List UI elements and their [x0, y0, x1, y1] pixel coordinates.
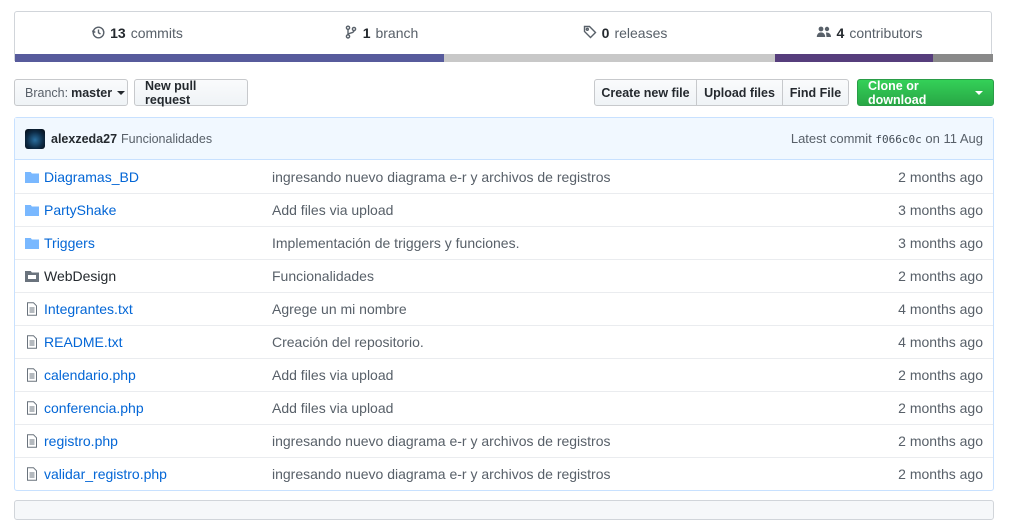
table-row: conferencia.php Add files via upload 2 mon…	[15, 391, 993, 424]
commits-label: commits	[130, 25, 183, 41]
branches-count: 1	[362, 25, 371, 41]
caret-down-icon	[117, 90, 126, 95]
file-age: 2 months ago	[898, 367, 983, 383]
file-icon	[25, 368, 44, 382]
tag-icon	[583, 25, 597, 42]
file-name-link[interactable]: conferencia.php	[44, 400, 272, 416]
file-name-link[interactable]: PartyShake	[44, 202, 272, 218]
branch-value: master	[71, 85, 113, 100]
contributors-label: contributors	[849, 25, 923, 41]
contributors-count: 4	[836, 25, 845, 41]
folder-icon	[25, 236, 44, 250]
language-segment	[444, 54, 775, 62]
file-name-link[interactable]: Triggers	[44, 235, 272, 251]
file-name-link[interactable]: calendario.php	[44, 367, 272, 383]
file-table: alexzeda27 Funcionalidades Latest commit…	[14, 117, 994, 491]
readme-box	[14, 500, 994, 520]
file-navigation-group: Create new file Upload files Find File	[594, 79, 849, 106]
commits-count: 13	[110, 25, 126, 41]
language-segment	[15, 54, 444, 62]
new-pull-request-button[interactable]: New pull request	[134, 79, 248, 107]
table-row: PartyShake Add files via upload 3 months a…	[15, 193, 993, 226]
releases-link[interactable]: 0 releases	[503, 25, 747, 42]
file-icon	[25, 467, 44, 481]
caret-down-icon	[975, 90, 983, 95]
latest-commit-prefix: Latest commit	[790, 131, 872, 146]
file-age: 4 months ago	[898, 334, 983, 350]
branch-icon	[344, 24, 358, 42]
people-icon	[816, 25, 832, 42]
file-commit-message[interactable]: Agrege un mi nombre	[272, 301, 898, 317]
latest-commit-on: on	[925, 131, 940, 146]
file-commit-message[interactable]: Implementación de triggers y funciones.	[272, 235, 898, 251]
branch-label: Branch:	[25, 85, 69, 100]
table-row: validar_registro.php ingresando nuevo dia…	[15, 457, 993, 490]
file-list: Diagramas_BD ingresando nuevo diagrama e-…	[15, 160, 993, 490]
file-commit-message[interactable]: Add files via upload	[272, 202, 898, 218]
file-commit-message[interactable]: Add files via upload	[272, 400, 898, 416]
latest-commit-date: 11 Aug	[943, 131, 983, 146]
repo-summary-bar: 13 commits 1 branch 0 releases 4 contrib…	[14, 11, 993, 62]
file-commit-message[interactable]: ingresando nuevo diagrama e-r y archivos…	[272, 169, 898, 185]
avatar[interactable]	[25, 128, 45, 149]
file-name-link[interactable]: registro.php	[44, 433, 272, 449]
file-age: 4 months ago	[898, 301, 983, 317]
table-row: calendario.php Add files via upload 2 mont…	[15, 358, 993, 391]
history-icon	[91, 25, 105, 42]
file-commit-message[interactable]: Funcionalidades	[272, 268, 898, 284]
file-icon	[25, 335, 44, 349]
file-name-link[interactable]: Diagramas_BD	[44, 169, 272, 185]
branch-select-button[interactable]: Branch: master	[14, 79, 128, 106]
file-age: 2 months ago	[898, 400, 983, 416]
releases-count: 0	[601, 25, 610, 41]
file-commit-message[interactable]: ingresando nuevo diagrama e-r y archivos…	[272, 466, 898, 482]
file-name-link[interactable]: README.txt	[44, 334, 272, 350]
file-name-link[interactable]: validar_registro.php	[44, 466, 272, 482]
language-segment	[933, 54, 993, 62]
file-icon	[25, 302, 44, 316]
create-new-file-button[interactable]: Create new file	[594, 79, 697, 106]
file-name-link[interactable]: Integrantes.txt	[44, 301, 272, 317]
branches-link[interactable]: 1 branch	[259, 24, 503, 42]
file-age: 2 months ago	[898, 268, 983, 284]
upload-files-button[interactable]: Upload files	[697, 79, 783, 106]
file-icon	[25, 434, 44, 448]
file-age: 2 months ago	[898, 433, 983, 449]
clone-or-download-button[interactable]: Clone or download	[857, 78, 994, 107]
table-row: Triggers Implementación de triggers y fun…	[15, 226, 993, 259]
commits-link[interactable]: 13 commits	[15, 25, 259, 42]
file-age: 3 months ago	[898, 235, 983, 251]
file-commit-message[interactable]: Add files via upload	[272, 367, 898, 383]
table-row: WebDesign Funcionalidades 2 months ago	[15, 259, 993, 292]
commit-sha-link[interactable]: f066c0c	[875, 133, 921, 146]
folder-icon	[25, 203, 44, 217]
file-commit-message[interactable]: ingresando nuevo diagrama e-r y archivos…	[272, 433, 898, 449]
find-file-button[interactable]: Find File	[783, 79, 849, 106]
file-name-link[interactable]: WebDesign	[44, 268, 272, 284]
file-age: 2 months ago	[898, 466, 983, 482]
folder-icon	[25, 170, 44, 184]
file-icon	[25, 401, 44, 415]
contributors-link[interactable]: 4 contributors	[747, 25, 991, 42]
latest-commit-info: Latest commit f066c0c on 11 Aug	[791, 131, 983, 146]
file-commit-message[interactable]: Creación del repositorio.	[272, 334, 898, 350]
table-row: Integrantes.txt Agrege un mi nombre 4 mont…	[15, 292, 993, 325]
file-age: 2 months ago	[898, 168, 983, 185]
commit-author-link[interactable]: alexzeda27	[51, 132, 117, 146]
latest-commit-bar: alexzeda27 Funcionalidades Latest commit…	[15, 118, 993, 160]
table-row: README.txt Creación del repositorio. 4 mon…	[15, 325, 993, 358]
language-bar[interactable]	[15, 54, 993, 62]
branches-label: branch	[375, 25, 419, 41]
table-row: registro.php ingresando nuevo diagrama e-…	[15, 424, 993, 457]
file-age: 3 months ago	[898, 202, 983, 218]
clone-label: Clone or download	[868, 78, 927, 107]
releases-label: releases	[614, 25, 668, 41]
language-segment	[775, 54, 933, 62]
table-row: Diagramas_BD ingresando nuevo diagrama e-…	[15, 160, 993, 193]
commit-message-link[interactable]: Funcionalidades	[121, 132, 212, 146]
submodule-folder-icon	[25, 269, 44, 283]
